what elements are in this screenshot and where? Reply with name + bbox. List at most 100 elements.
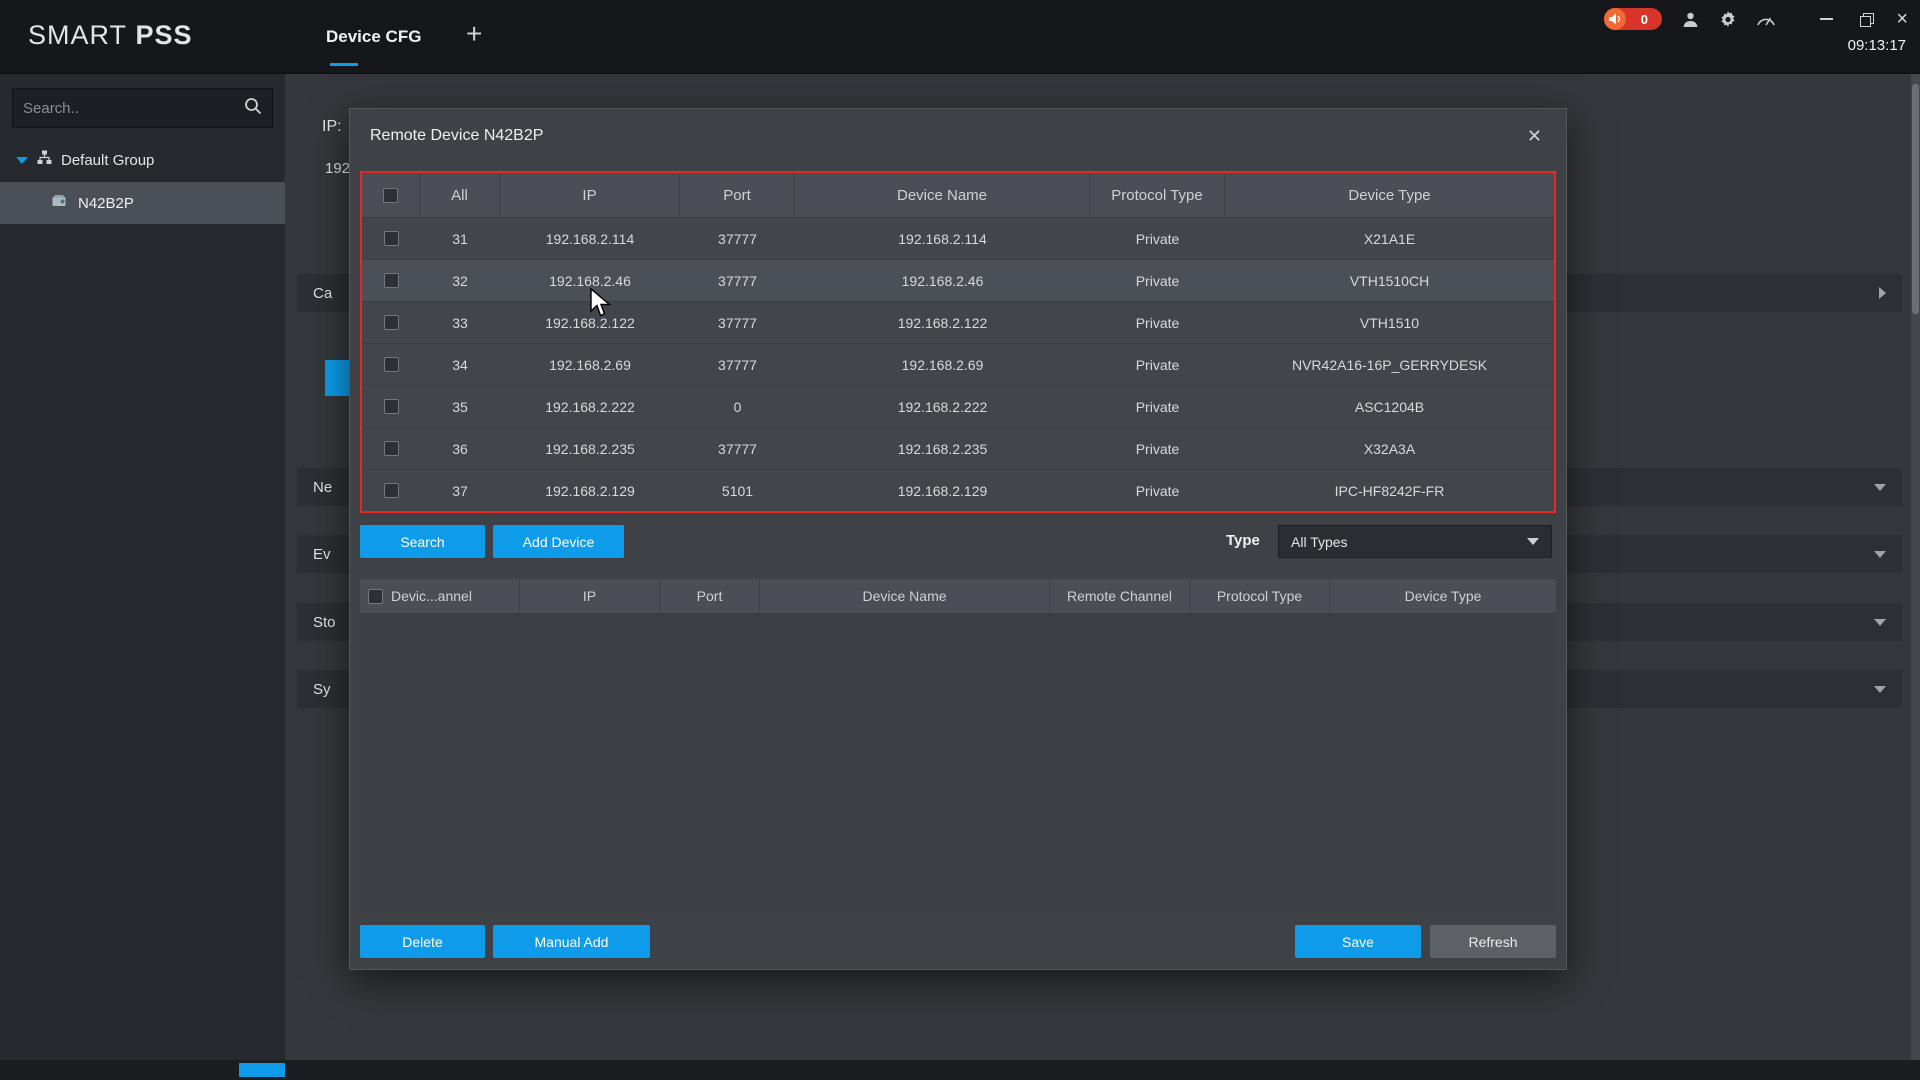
new-tab-button[interactable]: + bbox=[466, 18, 482, 50]
expand-arrow-icon[interactable] bbox=[16, 156, 28, 164]
alarm-sound-badge[interactable]: 0 bbox=[1604, 8, 1663, 30]
row-checkbox[interactable] bbox=[383, 441, 399, 456]
chevron-down-icon bbox=[1874, 550, 1886, 558]
row-checkbox[interactable] bbox=[383, 231, 399, 246]
cell-name: 192.168.2.222 bbox=[897, 398, 988, 415]
cell-port: 5101 bbox=[721, 482, 754, 499]
active-tab-indicator bbox=[330, 63, 358, 66]
device-icon bbox=[52, 194, 69, 212]
device-row[interactable]: 33 192.168.2.122 37777 192.168.2.122 Pri… bbox=[362, 301, 1554, 343]
cell-ip: 192.168.2.69 bbox=[549, 356, 631, 373]
cell-name: 192.168.2.69 bbox=[901, 356, 984, 373]
restore-button[interactable] bbox=[1856, 9, 1876, 29]
cell-type: X21A1E bbox=[1363, 230, 1416, 247]
chevron-down-icon bbox=[1874, 618, 1886, 626]
select-all-checkbox[interactable] bbox=[383, 187, 398, 203]
cell-name: 192.168.2.129 bbox=[897, 482, 988, 499]
row-checkbox[interactable] bbox=[383, 399, 399, 414]
col-port: Port bbox=[680, 173, 795, 217]
cell-ip: 192.168.2.129 bbox=[545, 482, 635, 499]
add-device-button[interactable]: Add Device bbox=[493, 525, 624, 558]
device-row[interactable]: 31 192.168.2.114 37777 192.168.2.114 Pri… bbox=[362, 217, 1554, 259]
cell-no: 32 bbox=[452, 272, 468, 289]
cell-no: 34 bbox=[452, 356, 468, 373]
cell-protocol: Private bbox=[1135, 314, 1180, 331]
search-button[interactable]: Search bbox=[360, 525, 485, 558]
minimize-button[interactable] bbox=[1816, 9, 1836, 29]
cell-protocol: Private bbox=[1135, 398, 1180, 415]
sidebar-search[interactable] bbox=[12, 88, 273, 128]
search-input[interactable] bbox=[23, 99, 244, 117]
search-icon bbox=[244, 97, 262, 120]
dashboard-gauge-icon[interactable] bbox=[1756, 9, 1776, 29]
refresh-button[interactable]: Refresh bbox=[1430, 925, 1556, 958]
type-label: Type bbox=[1226, 532, 1260, 549]
added-devices-empty-list bbox=[360, 613, 1556, 913]
cell-no: 35 bbox=[452, 398, 468, 415]
cell-port: 37777 bbox=[718, 314, 757, 331]
close-window-button[interactable]: × bbox=[1896, 9, 1908, 29]
cell-type: ASC1204B bbox=[1354, 398, 1425, 415]
bg-section-label: Ca bbox=[313, 284, 333, 302]
dialog-close-button[interactable]: ✕ bbox=[1523, 124, 1546, 149]
row-checkbox[interactable] bbox=[383, 273, 399, 288]
type-dropdown-value: All Types bbox=[1291, 533, 1348, 550]
settings-gear-icon[interactable] bbox=[1718, 9, 1738, 29]
device-row[interactable]: 36 192.168.2.235 37777 192.168.2.235 Pri… bbox=[362, 427, 1554, 469]
scrollbar-thumb[interactable] bbox=[1912, 84, 1919, 314]
added-devices-table-header: Devic...annel IP Port Device Name Remote… bbox=[360, 579, 1556, 613]
col-device-type: Device Type bbox=[1404, 588, 1482, 604]
chevron-right-icon bbox=[1879, 287, 1886, 299]
cell-name: 192.168.2.122 bbox=[897, 314, 988, 331]
row-checkbox[interactable] bbox=[383, 357, 399, 372]
bg-section-label: Ne bbox=[313, 478, 333, 496]
cell-type: VTH1510 bbox=[1359, 314, 1420, 331]
row-checkbox[interactable] bbox=[383, 483, 399, 498]
added-select-all-checkbox[interactable] bbox=[368, 588, 383, 604]
vertical-scrollbar[interactable] bbox=[1911, 74, 1920, 1060]
tab-label: Device CFG bbox=[326, 27, 422, 46]
device-row[interactable]: 37 192.168.2.129 5101 192.168.2.129 Priv… bbox=[362, 469, 1554, 511]
app-logo: SMART PSS bbox=[28, 20, 193, 50]
cell-type: X32A3A bbox=[1363, 440, 1416, 457]
bottom-blue-indicator bbox=[239, 1063, 285, 1077]
cell-name: 192.168.2.235 bbox=[897, 440, 988, 457]
device-row[interactable]: 35 192.168.2.222 0 192.168.2.222 Private… bbox=[362, 385, 1554, 427]
save-button[interactable]: Save bbox=[1295, 925, 1421, 958]
cell-no: 33 bbox=[452, 314, 468, 331]
cell-ip: 192.168.2.235 bbox=[545, 440, 635, 457]
tab-device-cfg[interactable]: Device CFG bbox=[316, 0, 431, 74]
device-label: N42B2P bbox=[78, 194, 134, 212]
col-protocol-type: Protocol Type bbox=[1190, 579, 1330, 613]
row-checkbox[interactable] bbox=[383, 315, 399, 330]
cell-ip: 192.168.2.222 bbox=[545, 398, 635, 415]
cell-no: 37 bbox=[452, 482, 468, 499]
bg-section-label: Ev bbox=[313, 545, 331, 563]
cell-ip: 192.168.2.122 bbox=[545, 314, 635, 331]
cell-protocol: Private bbox=[1135, 440, 1180, 457]
cell-port: 37777 bbox=[718, 440, 757, 457]
chevron-down-icon bbox=[1527, 538, 1539, 545]
device-row[interactable]: 32 192.168.2.46 37777 192.168.2.46 Priva… bbox=[362, 259, 1554, 301]
chevron-down-icon bbox=[1874, 483, 1886, 491]
delete-button[interactable]: Delete bbox=[360, 925, 485, 958]
cell-port: 37777 bbox=[718, 272, 757, 289]
cell-no: 31 bbox=[452, 230, 468, 247]
remote-device-dialog: Remote Device N42B2P ✕ All IP Port Devic… bbox=[349, 108, 1567, 970]
manual-add-button[interactable]: Manual Add bbox=[493, 925, 650, 958]
cell-type: NVR42A16-16P_GERRYDESK bbox=[1291, 356, 1488, 373]
discovered-table-header: All IP Port Device Name Protocol Type De… bbox=[362, 173, 1554, 217]
col-all: All bbox=[420, 173, 500, 217]
type-dropdown[interactable]: All Types bbox=[1278, 525, 1552, 558]
user-icon[interactable] bbox=[1680, 9, 1700, 29]
cell-protocol: Private bbox=[1135, 272, 1180, 289]
col-ip: IP bbox=[520, 579, 660, 613]
sidebar-item-device-n42b2p[interactable]: N42B2P bbox=[0, 182, 285, 224]
device-row[interactable]: 34 192.168.2.69 37777 192.168.2.69 Priva… bbox=[362, 343, 1554, 385]
bg-ip-value-partial: 192 bbox=[325, 160, 351, 177]
dialog-title: Remote Device N42B2P bbox=[370, 127, 544, 144]
cell-ip: 192.168.2.114 bbox=[545, 230, 635, 247]
col-device-name: Device Name bbox=[760, 579, 1050, 613]
sidebar-item-default-group[interactable]: Default Group bbox=[0, 138, 285, 182]
discovered-devices-table: All IP Port Device Name Protocol Type De… bbox=[360, 171, 1556, 513]
